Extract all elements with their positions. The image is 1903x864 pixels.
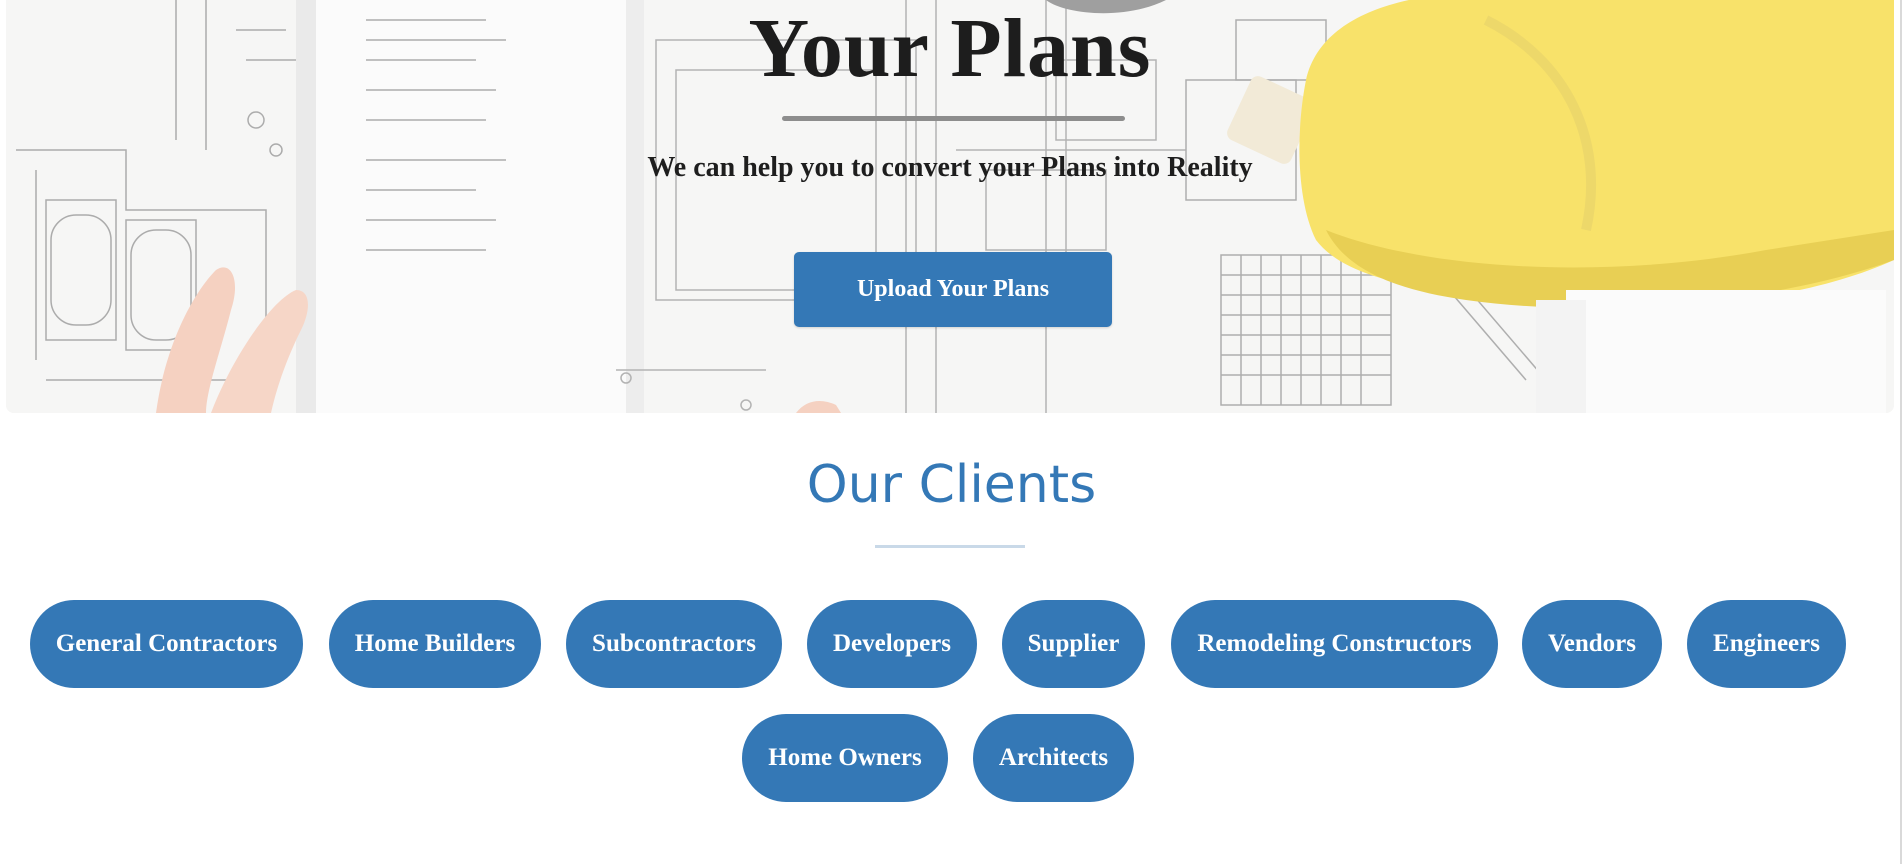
- page: Your Plans We can help you to convert yo…: [0, 0, 1903, 864]
- client-general-contractors[interactable]: General Contractors: [30, 600, 303, 688]
- clients-title: Our Clients: [806, 455, 1097, 515]
- client-remodeling-constructors[interactable]: Remodeling Constructors: [1171, 600, 1498, 688]
- page-scroll-edge: [1900, 0, 1902, 864]
- client-developers[interactable]: Developers: [807, 600, 977, 688]
- client-home-builders[interactable]: Home Builders: [329, 600, 541, 688]
- client-architects[interactable]: Architects: [973, 714, 1134, 802]
- clients-title-underline: [875, 545, 1025, 548]
- hero-subtitle: We can help you to convert your Plans in…: [647, 152, 1253, 183]
- client-vendors[interactable]: Vendors: [1522, 600, 1662, 688]
- client-supplier[interactable]: Supplier: [1002, 600, 1145, 688]
- hero-title-underline: [782, 116, 1125, 121]
- client-engineers[interactable]: Engineers: [1687, 600, 1846, 688]
- client-subcontractors[interactable]: Subcontractors: [566, 600, 782, 688]
- client-home-owners[interactable]: Home Owners: [742, 714, 948, 802]
- upload-plans-button[interactable]: Upload Your Plans: [794, 252, 1112, 327]
- hero-title: Your Plans: [748, 2, 1152, 95]
- hero-banner: Your Plans We can help you to convert yo…: [6, 0, 1894, 413]
